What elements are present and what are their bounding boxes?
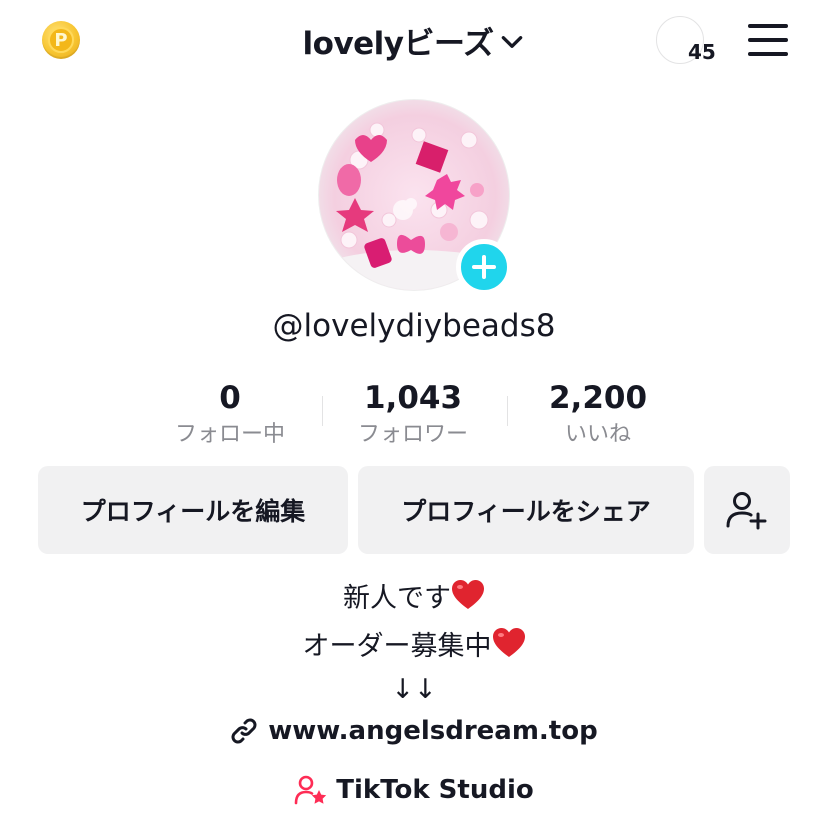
following-label: フォロー中 — [174, 422, 285, 447]
studio-text: TikTok Studio — [336, 775, 534, 805]
plus-icon — [472, 255, 496, 279]
share-profile-button[interactable]: プロフィールをシェア — [358, 466, 694, 554]
bio-line-1: 新人です — [0, 576, 828, 615]
bio-line-2: オーダー募集中 — [0, 624, 828, 663]
add-story-button[interactable] — [456, 239, 512, 295]
followers-label: フォロワー — [357, 422, 468, 447]
add-friend-icon — [726, 492, 767, 530]
bio-link-text: www.angelsdream.top — [268, 716, 598, 746]
bio-text-2: オーダー募集中 — [302, 631, 492, 662]
bio-line-3: ↓↓ — [391, 674, 437, 705]
tiktok-studio-link[interactable]: TikTok Studio — [0, 774, 828, 806]
menu-icon[interactable] — [748, 24, 788, 56]
stat-followers[interactable]: 1,043 フォロワー — [320, 378, 506, 452]
heart-icon — [452, 580, 484, 609]
story-count: 45 — [688, 40, 716, 64]
stat-following[interactable]: 0 フォロー中 — [137, 378, 323, 452]
heart-icon — [492, 628, 525, 657]
bio-link[interactable]: www.angelsdream.top — [0, 716, 828, 746]
add-friend-button[interactable] — [704, 466, 790, 554]
username: @lovelydiybeads8 — [272, 308, 556, 344]
studio-icon — [294, 775, 327, 805]
link-icon — [231, 718, 257, 744]
edit-profile-button[interactable]: プロフィールを編集 — [38, 466, 348, 554]
chevron-down-icon — [502, 36, 523, 48]
followers-count: 1,043 — [363, 380, 463, 416]
stat-likes[interactable]: 2,200 いいね — [505, 378, 691, 452]
account-title: lovelyビーズ — [302, 25, 494, 62]
likes-count: 2,200 — [548, 380, 648, 416]
bio-text-1: 新人です — [343, 583, 451, 614]
following-count: 0 — [219, 380, 241, 416]
likes-label: いいね — [564, 422, 631, 447]
